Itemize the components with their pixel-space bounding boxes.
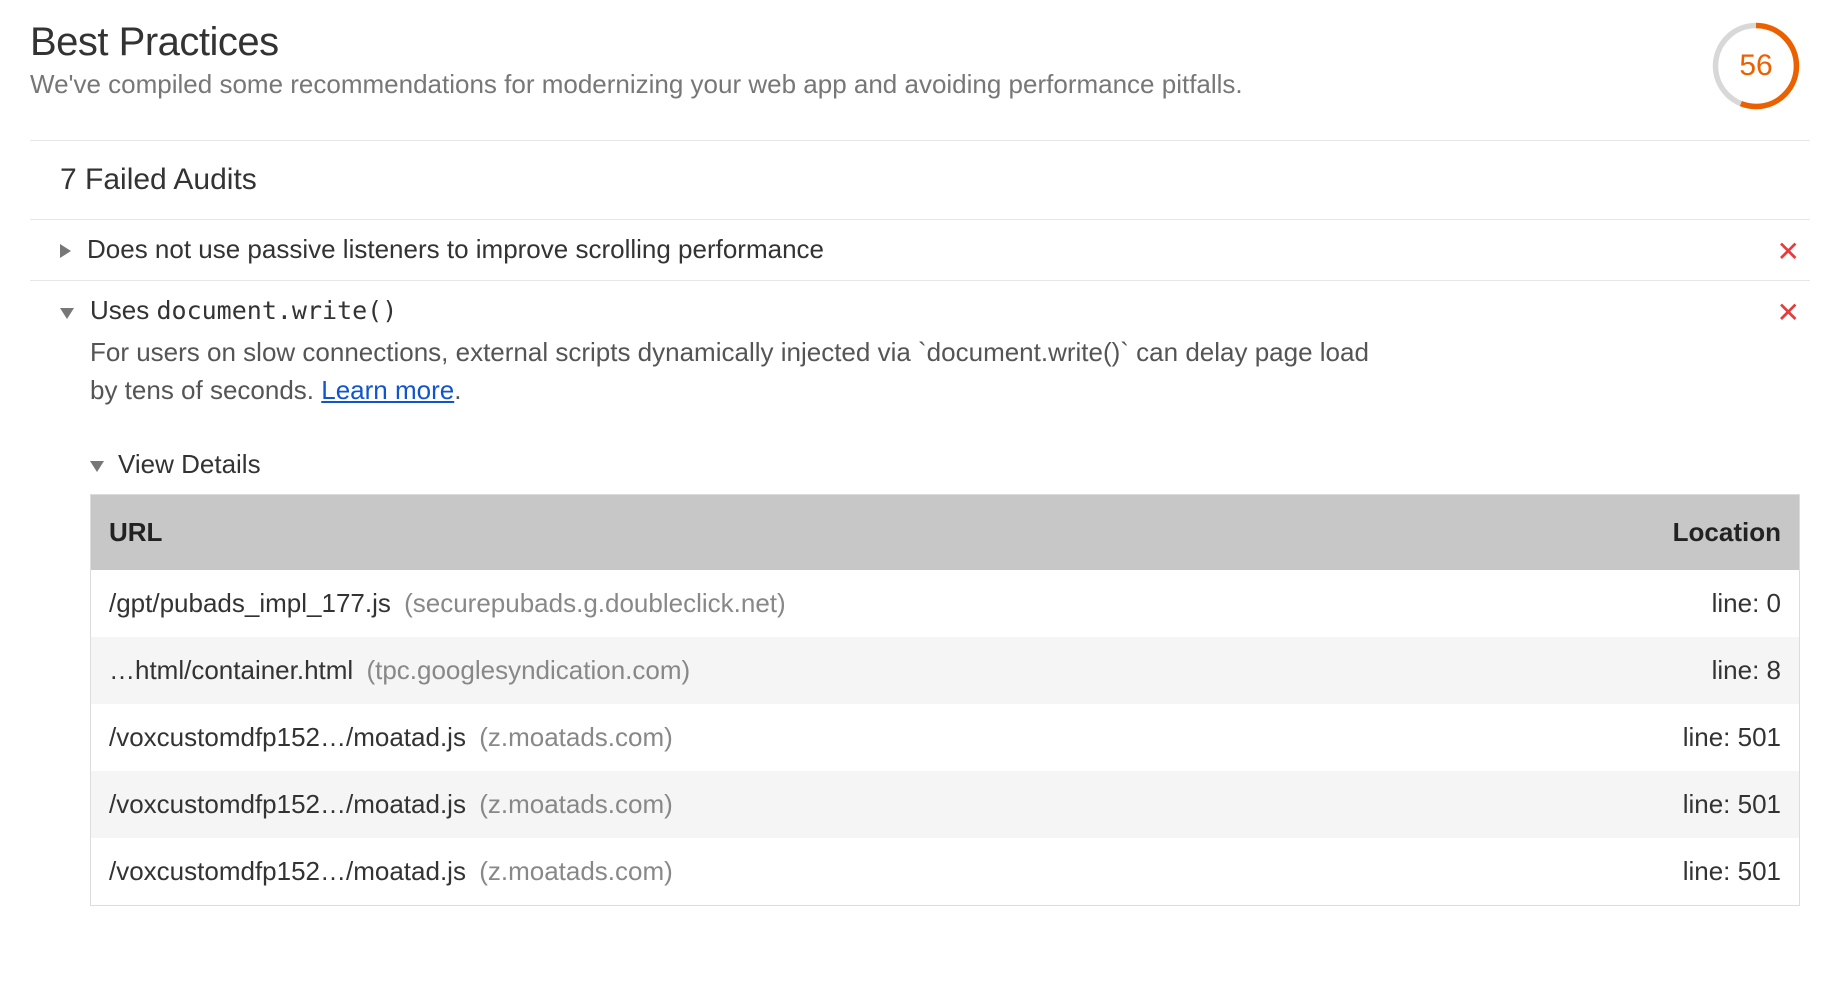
url-host: (z.moatads.com) [472,789,673,819]
url-path: /gpt/pubads_impl_177.js [109,588,391,618]
failed-audits-title: 7 Failed Audits [30,141,1810,219]
audit-row-document-write[interactable]: Uses document.write() For users on slow … [30,280,1810,423]
cell-url: …html/container.html (tpc.googlesyndicat… [91,637,1600,704]
header: Best Practices We've compiled some recom… [30,20,1810,140]
fail-icon: ✕ [1777,295,1800,327]
cell-url: /voxcustomdfp152…/moatad.js (z.moatads.c… [91,771,1600,838]
table-row: /voxcustomdfp152…/moatad.js (z.moatads.c… [91,704,1800,771]
chevron-down-icon [60,308,74,319]
cell-url: /voxcustomdfp152…/moatad.js (z.moatads.c… [91,838,1600,906]
url-path: /voxcustomdfp152…/moatad.js [109,856,466,886]
chevron-down-icon [90,461,104,472]
audit-desc-post: . [454,375,461,405]
audit-row-passive-listeners[interactable]: Does not use passive listeners to improv… [30,219,1810,280]
col-location: Location [1600,495,1800,571]
cell-location: line: 501 [1600,771,1800,838]
audit-desc-text: For users on slow connections, external … [90,337,1369,405]
audit-title-code: document.write() [156,296,397,325]
url-path: /voxcustomdfp152…/moatad.js [109,789,466,819]
cell-location: line: 0 [1600,570,1800,637]
url-host: (tpc.googlesyndication.com) [359,655,690,685]
col-url: URL [91,495,1600,571]
url-path: …html/container.html [109,655,353,685]
fail-icon: ✕ [1777,234,1800,266]
audit-title: Uses document.write() [90,295,397,325]
cell-location: line: 8 [1600,637,1800,704]
view-details-label: View Details [118,449,261,480]
learn-more-link[interactable]: Learn more [321,375,454,405]
table-header-row: URL Location [91,495,1800,571]
url-host: (z.moatads.com) [472,856,673,886]
score-gauge: 56 [1710,20,1802,112]
audit-title: Does not use passive listeners to improv… [87,234,824,264]
audit-title-prefix: Uses [90,295,156,325]
audit-description: For users on slow connections, external … [90,334,1390,409]
url-host: (securepubads.g.doubleclick.net) [397,588,786,618]
details-table: URL Location /gpt/pubads_impl_177.js (se… [90,494,1800,906]
table-row: /gpt/pubads_impl_177.js (securepubads.g.… [91,570,1800,637]
table-row: /voxcustomdfp152…/moatad.js (z.moatads.c… [91,838,1800,906]
table-row: …html/container.html (tpc.googlesyndicat… [91,637,1800,704]
page-subtitle: We've compiled some recommendations for … [30,69,1243,100]
url-host: (z.moatads.com) [472,722,673,752]
table-row: /voxcustomdfp152…/moatad.js (z.moatads.c… [91,771,1800,838]
cell-location: line: 501 [1600,838,1800,906]
url-path: /voxcustomdfp152…/moatad.js [109,722,466,752]
view-details-toggle[interactable]: View Details [90,449,1810,480]
chevron-right-icon [60,244,71,258]
score-value: 56 [1710,20,1802,112]
cell-url: /voxcustomdfp152…/moatad.js (z.moatads.c… [91,704,1600,771]
cell-location: line: 501 [1600,704,1800,771]
cell-url: /gpt/pubads_impl_177.js (securepubads.g.… [91,570,1600,637]
header-text: Best Practices We've compiled some recom… [30,20,1243,100]
page-title: Best Practices [30,20,1243,65]
